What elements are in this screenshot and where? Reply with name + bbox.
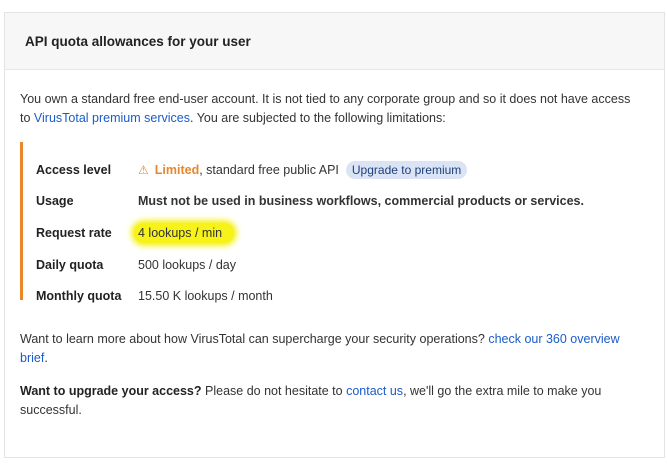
- access-level-detail: , standard free public API: [199, 163, 339, 177]
- learn-more-paragraph: Want to learn more about how VirusTotal …: [20, 330, 620, 368]
- upgrade-access-heading: Want to upgrade your access?: [20, 384, 202, 398]
- upgrade-to-premium-button[interactable]: Upgrade to premium: [345, 161, 468, 179]
- monthly-quota-label: Monthly quota: [36, 289, 122, 303]
- monthly-quota-row: Monthly quota 15.50 K lookups / month: [36, 285, 273, 307]
- access-level-label: Access level: [36, 163, 112, 177]
- usage-value: Must not be used in business workflows, …: [138, 194, 584, 208]
- premium-services-link[interactable]: VirusTotal premium services: [34, 111, 190, 125]
- upgrade-access-paragraph: Want to upgrade your access? Please do n…: [20, 382, 620, 420]
- card-title: API quota allowances for your user: [5, 13, 664, 70]
- upgrade-access-text: Please do not hesitate to: [201, 384, 347, 398]
- limitations-list: Access level ⚠ Limited , standard free p…: [20, 142, 620, 303]
- intro-paragraph: You own a standard free end-user account…: [20, 90, 640, 128]
- daily-quota-row: Daily quota 500 lookups / day: [36, 254, 236, 276]
- request-rate-value: 4 lookups / min: [134, 223, 235, 243]
- request-rate-row: Request rate 4 lookups / min: [36, 222, 235, 244]
- daily-quota-label: Daily quota: [36, 258, 104, 272]
- contact-us-link[interactable]: contact us: [346, 384, 403, 398]
- access-level-status: Limited: [154, 163, 200, 177]
- warning-icon: ⚠: [138, 163, 149, 177]
- learn-more-text: Want to learn more about how VirusTotal …: [20, 332, 489, 346]
- access-level-row: Access level ⚠ Limited , standard free p…: [36, 159, 468, 181]
- request-rate-label: Request rate: [36, 226, 112, 240]
- usage-label: Usage: [36, 194, 74, 208]
- daily-quota-value: 500 lookups / day: [138, 258, 236, 272]
- intro-text-after: . You are subjected to the following lim…: [189, 111, 446, 125]
- usage-row: Usage Must not be used in business workf…: [36, 190, 584, 212]
- learn-more-end: .: [44, 351, 48, 365]
- monthly-quota-value: 15.50 K lookups / month: [138, 289, 273, 303]
